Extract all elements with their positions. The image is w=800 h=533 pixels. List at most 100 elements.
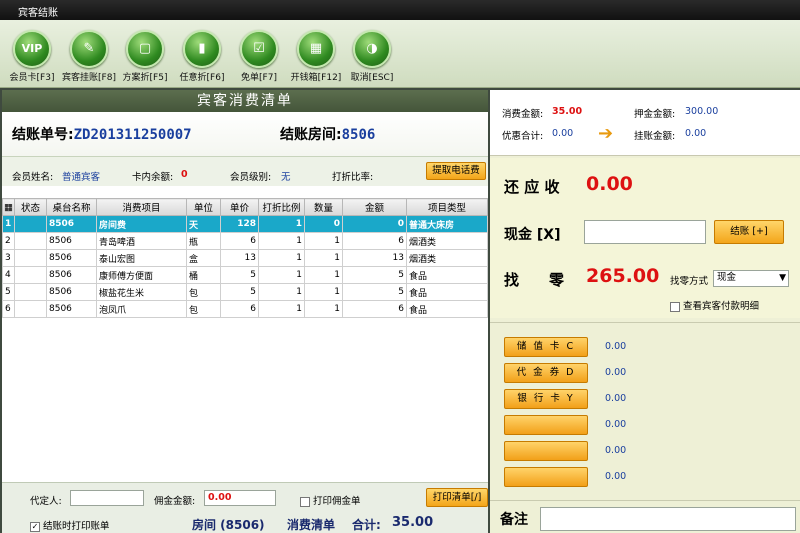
table-row[interactable]: 1 8506 房间费 天 128 1 0 0 普通大床房 — [2, 215, 488, 233]
amount-due-label: 还 应 收 — [504, 178, 560, 196]
table-row[interactable]: 3 8506 泰山宏图 盒 13 1 1 13 烟酒类 — [2, 249, 488, 267]
arrow-right-icon: ➔ — [598, 123, 614, 144]
cell-item: 泡凤爪 — [96, 300, 187, 318]
guest-credit-button[interactable]: ✎ 宾客挂账[F8] — [61, 30, 117, 86]
amount-due: 0.00 — [586, 173, 633, 195]
title-bar: 宾客结账 — [0, 0, 800, 20]
checkout-button[interactable]: 结账 [+] — [714, 220, 784, 244]
payment-panel: 消费金额: 35.00 押金金额: 300.00 优惠合计: 0.00 ➔ 挂账… — [490, 90, 800, 533]
cash-drawer-icon: ▦ — [297, 30, 335, 68]
cell-room: 8506 — [46, 300, 97, 318]
column-header[interactable]: 金额 — [342, 198, 407, 216]
free-order-button[interactable]: ☑ 免单[F7] — [231, 30, 287, 86]
agent-input[interactable] — [70, 490, 144, 506]
cancel-label: 取消[ESC] — [350, 73, 394, 83]
cell-amount: 5 — [342, 283, 407, 301]
print-on-checkout-checkbox[interactable]: ✓ — [30, 521, 40, 532]
stored-value-card-button[interactable]: 储 值 卡 C — [504, 337, 588, 357]
card-balance: 0 — [181, 169, 188, 180]
bill-room-row: 结账房间:8506 — [280, 124, 375, 144]
view-payment-detail-checkbox[interactable] — [670, 301, 680, 312]
plan-icon: ▢ — [126, 30, 164, 68]
summary-total: 35.00 — [392, 515, 434, 530]
member-bar: 会员姓名: 普通宾客 卡内余额: 0 会员级别: 无 打折比率: 提取电话费 — [2, 156, 488, 186]
payment-slot-6-amount: 0.00 — [605, 471, 627, 482]
payment-slot-4-button[interactable] — [504, 415, 588, 435]
column-header[interactable]: 消费项目 — [96, 198, 187, 216]
voucher-button[interactable]: 代 金 券 D — [504, 363, 588, 383]
card-balance-label: 卡内余额: — [132, 172, 174, 183]
note-input[interactable] — [540, 507, 796, 531]
table-row[interactable]: 4 8506 康师傅方便面 桶 5 1 1 5 食品 — [2, 266, 488, 284]
change-label: 找 零 — [504, 271, 565, 289]
cancel-button[interactable]: ◑ 取消[ESC] — [344, 30, 400, 86]
cell-type: 食品 — [406, 266, 488, 284]
cell-status — [14, 215, 47, 233]
summary-total-label: 合计: — [352, 518, 381, 532]
print-commission-option[interactable]: 打印佣金单 — [300, 493, 361, 507]
column-header[interactable]: 状态 — [14, 198, 47, 216]
change-method-select[interactable]: 现金 ▼ — [713, 270, 789, 287]
credit-amount-label: 挂账金额: — [634, 131, 676, 142]
bank-card-button[interactable]: 银 行 卡 Y — [504, 389, 588, 409]
cell-type: 食品 — [406, 283, 488, 301]
cell-discount: 1 — [258, 300, 305, 318]
commission-input[interactable]: 0.00 — [204, 490, 276, 506]
cell-amount: 13 — [342, 249, 407, 267]
column-header[interactable]: 单位 — [186, 198, 221, 216]
toolbar: VIP 会员卡[F3] ✎ 宾客挂账[F8] ▢ 方案折[F5] ▮ 任意折[F… — [0, 20, 800, 88]
change-amount: 265.00 — [586, 265, 660, 287]
open-drawer-button[interactable]: ▦ 开钱箱[F12] — [288, 30, 344, 86]
table-header-row: ▦ 状态 桌台名称 消费项目 单位 单价 打折比例 数量 金额 项目类型 — [2, 198, 488, 216]
column-header[interactable]: 数量 — [304, 198, 343, 216]
table-row[interactable]: 6 8506 泡凤爪 包 6 1 1 6 食品 — [2, 300, 488, 318]
cell-status — [14, 232, 47, 250]
print-on-checkout-option[interactable]: ✓ 结账时打印账单 — [30, 518, 110, 532]
member-level: 无 — [281, 172, 291, 183]
change-method-value: 现金 — [717, 272, 737, 283]
payment-slot-5-amount: 0.00 — [605, 445, 627, 456]
any-discount-button[interactable]: ▮ 任意折[F6] — [174, 30, 230, 86]
consume-amount: 35.00 — [552, 106, 583, 117]
payment-slot-6-button[interactable] — [504, 467, 588, 487]
change-method-label: 找零方式 — [670, 276, 709, 287]
payment-slot-5-button[interactable] — [504, 441, 588, 461]
cash-input[interactable] — [584, 220, 706, 244]
column-header[interactable]: 单价 — [220, 198, 259, 216]
cell-amount: 5 — [342, 266, 407, 284]
row-number: 6 — [2, 300, 15, 318]
print-commission-checkbox[interactable] — [300, 496, 310, 507]
column-header[interactable]: 项目类型 — [406, 198, 488, 216]
cell-room: 8506 — [46, 232, 97, 250]
view-payment-detail-option[interactable]: 查看宾客付款明细 — [670, 298, 759, 312]
bill-number: ZD201311250007 — [73, 127, 192, 143]
cash-label: 现金 [X] — [504, 227, 561, 243]
member-card-button[interactable]: VIP 会员卡[F3] — [4, 30, 60, 86]
column-header[interactable]: 打折比例 — [258, 198, 305, 216]
cell-quantity: 1 — [304, 249, 343, 267]
cell-type: 食品 — [406, 300, 488, 318]
row-number: 1 — [2, 215, 15, 233]
cancel-icon: ◑ — [353, 30, 391, 68]
agent-label: 代定人: — [30, 496, 62, 507]
cell-status — [14, 283, 47, 301]
fetch-phone-fee-button[interactable]: 提取电话费 — [426, 162, 486, 180]
cell-discount: 1 — [258, 266, 305, 284]
bill-room: 8506 — [341, 127, 376, 143]
credit-amount: 0.00 — [685, 128, 707, 139]
document-icon: ✎ — [70, 30, 108, 68]
cell-amount: 6 — [342, 232, 407, 250]
cell-room: 8506 — [46, 249, 97, 267]
row-number: 3 — [2, 249, 15, 267]
cell-item: 泰山宏图 — [96, 249, 187, 267]
table-row[interactable]: 2 8506 青岛啤酒 瓶 6 1 1 6 烟酒类 — [2, 232, 488, 250]
discount-total: 0.00 — [552, 128, 574, 139]
column-header[interactable]: 桌台名称 — [46, 198, 97, 216]
print-list-button[interactable]: 打印清单[/] — [426, 488, 488, 507]
member-name: 普通宾客 — [62, 172, 101, 183]
cell-status — [14, 249, 47, 267]
plan-discount-button[interactable]: ▢ 方案折[F5] — [117, 30, 173, 86]
cell-item: 青岛啤酒 — [96, 232, 187, 250]
table-row[interactable]: 5 8506 椒盐花生米 包 5 1 1 5 食品 — [2, 283, 488, 301]
cell-price: 6 — [220, 232, 259, 250]
